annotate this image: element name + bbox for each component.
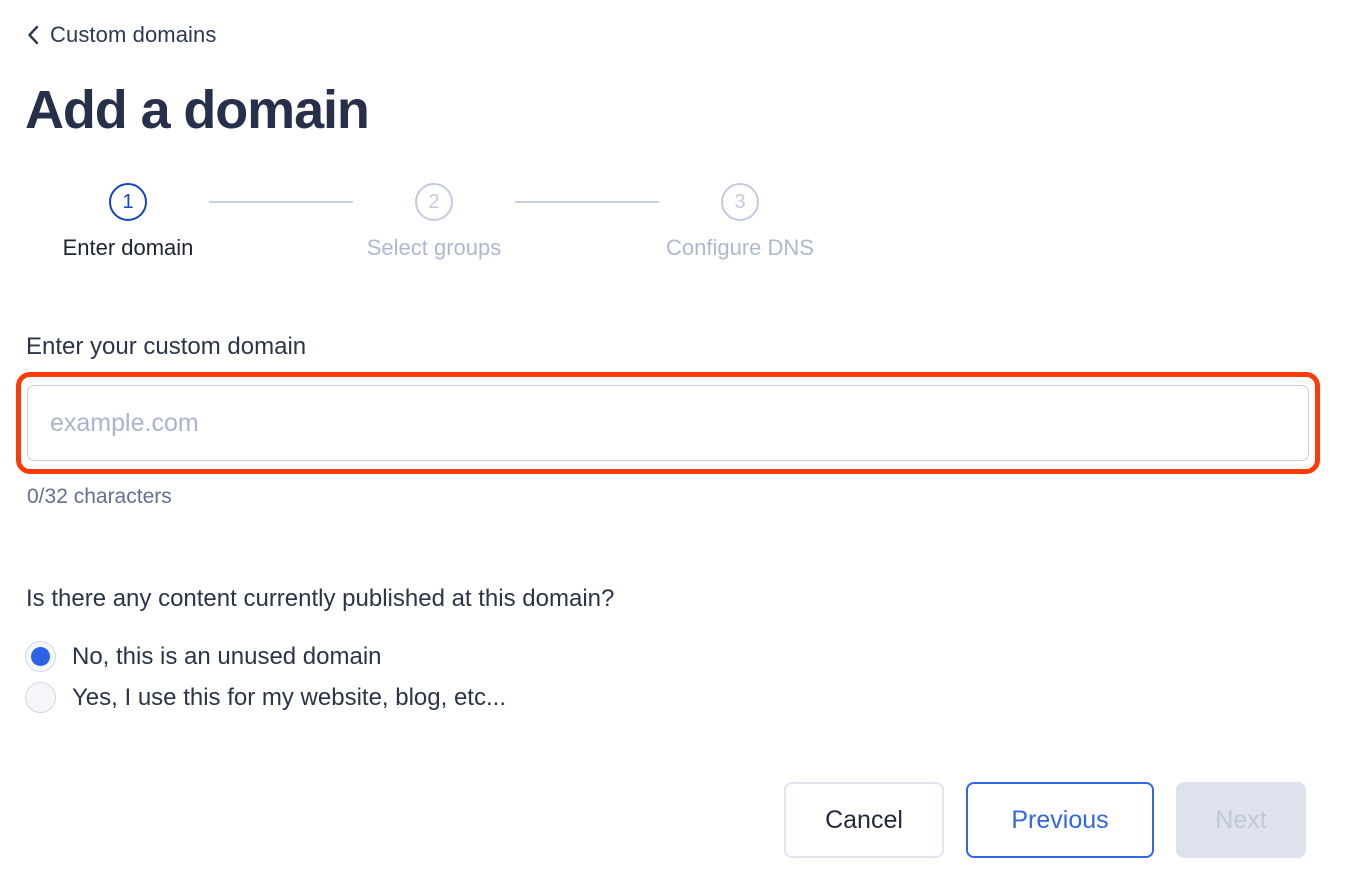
domain-input[interactable] <box>27 385 1309 461</box>
step-2-label: Select groups <box>366 235 502 260</box>
step-1-number: 1 <box>109 183 147 221</box>
page-title: Add a domain <box>25 80 370 140</box>
step-3-number: 3 <box>721 183 759 221</box>
cancel-button[interactable]: Cancel <box>784 782 944 858</box>
stepper-step-1[interactable]: 1 Enter domain <box>47 183 209 261</box>
step-2-number: 2 <box>415 183 453 221</box>
back-to-custom-domains-link[interactable]: Custom domains <box>26 22 216 48</box>
radio-icon-unselected <box>25 682 56 713</box>
step-1-label: Enter domain <box>62 235 194 260</box>
radio-option-used-domain-label: Yes, I use this for my website, blog, et… <box>72 683 506 711</box>
stepper-connector-1-2 <box>209 201 353 203</box>
chevron-left-icon <box>26 25 40 45</box>
radio-icon-selected <box>25 641 56 672</box>
content-question-label: Is there any content currently published… <box>26 585 615 612</box>
character-counter: 0/32 characters <box>27 485 172 508</box>
domain-field-label: Enter your custom domain <box>26 333 307 360</box>
domain-input-container <box>16 372 1320 474</box>
radio-option-unused-domain-label: No, this is an unused domain <box>72 642 382 670</box>
content-question-radio-group: No, this is an unused domain Yes, I use … <box>25 636 506 718</box>
add-domain-page: Custom domains Add a domain 1 Enter doma… <box>0 0 1354 894</box>
stepper-step-3[interactable]: 3 Configure DNS <box>659 183 821 261</box>
wizard-stepper: 1 Enter domain 2 Select groups 3 Configu… <box>47 183 821 261</box>
stepper-step-2[interactable]: 2 Select groups <box>353 183 515 261</box>
previous-button[interactable]: Previous <box>966 782 1154 858</box>
wizard-footer-actions: Cancel Previous Next <box>784 782 1306 858</box>
step-3-label: Configure DNS <box>666 235 814 260</box>
back-link-label: Custom domains <box>50 22 217 47</box>
stepper-connector-2-3 <box>515 201 659 203</box>
next-button: Next <box>1176 782 1306 858</box>
radio-option-used-domain[interactable]: Yes, I use this for my website, blog, et… <box>25 677 506 718</box>
radio-option-unused-domain[interactable]: No, this is an unused domain <box>25 636 506 677</box>
